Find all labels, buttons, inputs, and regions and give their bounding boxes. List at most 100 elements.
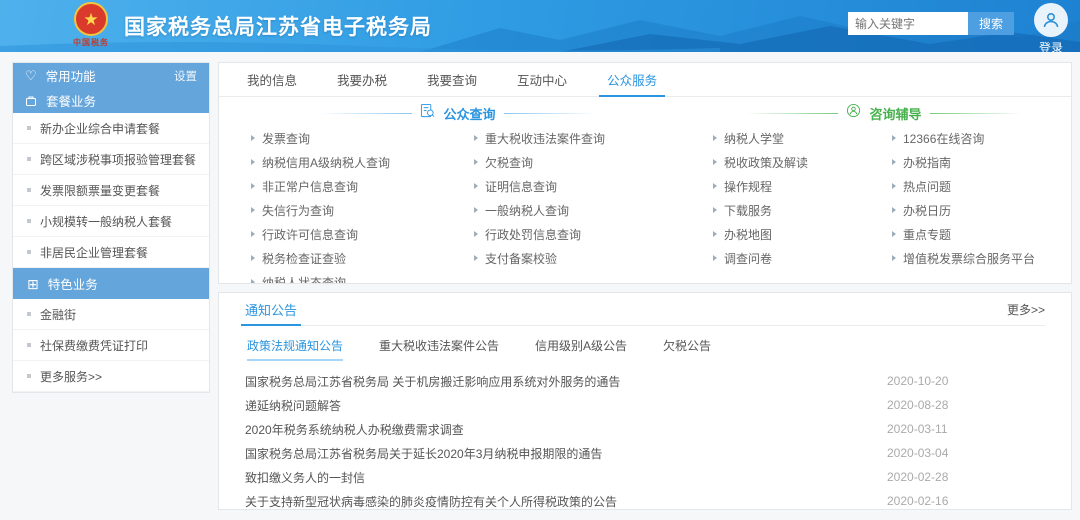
query-link-inspection-cert[interactable]: 税务检查证查验 <box>251 246 474 270</box>
consult-header: 咨询辅导 <box>697 103 1071 123</box>
query-link-abnormal[interactable]: 非正常户信息查询 <box>251 174 474 198</box>
sidebar-header-special[interactable]: ⊞ 特色业务 <box>13 268 209 299</box>
sidebar-item-cross-region[interactable]: 跨区域涉税事项报验管理套餐 <box>13 144 209 175</box>
grid-icon: ⊞ <box>27 277 39 291</box>
notice-link[interactable]: 递延纳税问题解答 <box>245 397 887 414</box>
consult-link-taxpayer-school[interactable]: 纳税人学堂 <box>713 126 892 150</box>
public-query-col1: 发票查询 纳税信用A级纳税人查询 非正常户信息查询 失信行为查询 行政许可信息查… <box>251 126 474 284</box>
sidebar-item-social-insurance[interactable]: 社保费缴费凭证打印 <box>13 330 209 361</box>
notice-date: 2020-03-04 <box>887 446 967 460</box>
emblem-caption: 中国税务 <box>73 37 109 48</box>
tab-my-info[interactable]: 我的信息 <box>247 63 297 96</box>
notice-tab-credit-a[interactable]: 信用级别A级公告 <box>535 337 627 361</box>
notice-link[interactable]: 国家税务总局江苏省税务局 关于机房搬迁影响应用系统对外服务的通告 <box>245 373 887 390</box>
sidebar-item-financial-street[interactable]: 金融街 <box>13 299 209 330</box>
bullet-icon <box>27 126 31 130</box>
arrow-right-icon <box>474 183 478 189</box>
notice-link[interactable]: 关于支持新型冠状病毒感染的肺炎疫情防控有关个人所得税政策的公告 <box>245 493 887 510</box>
content: ♡ 常用功能 设置 套餐业务 新办企业综合申请套餐 跨区域涉税事项报验管理套餐 … <box>0 52 1080 510</box>
sidebar-header-package[interactable]: 套餐业务 <box>13 88 209 113</box>
sidebar-header-package-label: 套餐业务 <box>46 91 96 110</box>
arrow-right-icon <box>713 159 717 165</box>
query-link-credit-a[interactable]: 纳税信用A级纳税人查询 <box>251 150 474 174</box>
emblem-icon: ★ <box>74 2 108 36</box>
notice-date: 2020-02-16 <box>887 494 967 508</box>
login-link[interactable]: 登录 <box>1039 39 1063 52</box>
consult-link-key-topics[interactable]: 重点专题 <box>892 222 1071 246</box>
consult-link-policy[interactable]: 税收政策及解读 <box>713 150 892 174</box>
arrow-right-icon <box>251 135 255 141</box>
consult-link-downloads[interactable]: 下载服务 <box>713 198 892 222</box>
arrow-right-icon <box>713 135 717 141</box>
consult-link-procedures[interactable]: 操作规程 <box>713 174 892 198</box>
sidebar-item-small-scale[interactable]: 小规模转一般纳税人套餐 <box>13 206 209 237</box>
notice-row: 递延纳税问题解答 2020-08-28 <box>245 393 1045 417</box>
notice-date: 2020-10-20 <box>887 374 967 388</box>
arrow-right-icon <box>474 231 478 237</box>
arrow-right-icon <box>713 231 717 237</box>
consult-icon <box>846 103 861 123</box>
settings-link[interactable]: 设置 <box>174 68 197 84</box>
consult-link-hot-issues[interactable]: 热点问题 <box>892 174 1071 198</box>
search-bar: 搜索 <box>848 12 1014 35</box>
bullet-icon <box>27 374 31 378</box>
arrow-right-icon <box>251 183 255 189</box>
notice-link[interactable]: 致扣缴义务人的一封信 <box>245 469 887 486</box>
notice-title-tab[interactable]: 通知公告 <box>245 293 297 325</box>
notice-tab-major-violation[interactable]: 重大税收违法案件公告 <box>379 337 499 361</box>
arrow-right-icon <box>892 183 896 189</box>
bullet-icon <box>27 219 31 223</box>
page: ★ 中国税务 国家税务总局江苏省电子税务局 搜索 登录 <box>0 0 1080 520</box>
bullet-icon <box>27 343 31 347</box>
query-link-admin-license[interactable]: 行政许可信息查询 <box>251 222 474 246</box>
consult-link-tax-map[interactable]: 办税地图 <box>713 222 892 246</box>
arrow-right-icon <box>713 207 717 213</box>
tab-my-query[interactable]: 我要查询 <box>427 63 477 96</box>
arrow-right-icon <box>474 159 478 165</box>
sidebar-package-list: 新办企业综合申请套餐 跨区域涉税事项报验管理套餐 发票限额票量变更套餐 小规模转… <box>13 113 209 268</box>
search-input[interactable] <box>848 12 968 35</box>
notice-list: 国家税务总局江苏省税务局 关于机房搬迁影响应用系统对外服务的通告 2020-10… <box>245 369 1045 510</box>
sidebar-item-more-services[interactable]: 更多服务>> <box>13 361 209 392</box>
tab-interaction-center[interactable]: 互动中心 <box>517 63 567 96</box>
sidebar-special-list: 金融街 社保费缴费凭证打印 更多服务>> <box>13 299 209 392</box>
user-avatar-icon[interactable] <box>1034 3 1068 37</box>
notice-link[interactable]: 国家税务总局江苏省税务局关于延长2020年3月纳税申报期限的通告 <box>245 445 887 462</box>
arrow-right-icon <box>474 135 478 141</box>
notice-link[interactable]: 2020年税务系统纳税人办税缴费需求调查 <box>245 421 887 438</box>
public-query-columns: 发票查询 纳税信用A级纳税人查询 非正常户信息查询 失信行为查询 行政许可信息查… <box>219 126 697 284</box>
tab-public-services[interactable]: 公众服务 <box>607 63 657 96</box>
consult-section: 咨询辅导 纳税人学堂 税收政策及解读 操作规程 下载服务 办税地图 调查问卷 <box>697 103 1071 284</box>
sidebar-item-invoice-limit[interactable]: 发票限额票量变更套餐 <box>13 175 209 206</box>
query-link-taxpayer-status[interactable]: 纳税人状态查询 <box>251 270 474 284</box>
arrow-right-icon <box>474 255 478 261</box>
notice-tabs: 政策法规通知公告 重大税收违法案件公告 信用级别A级公告 欠税公告 <box>245 326 1045 361</box>
notice-tab-arrears[interactable]: 欠税公告 <box>663 337 711 361</box>
consult-link-vat-platform[interactable]: 增值税发票综合服务平台 <box>892 246 1071 270</box>
sidebar-item-non-resident[interactable]: 非居民企业管理套餐 <box>13 237 209 268</box>
notice-tab-policy[interactable]: 政策法规通知公告 <box>247 337 343 361</box>
heart-icon: ♡ <box>25 69 37 82</box>
consult-link-survey[interactable]: 调查问卷 <box>713 246 892 270</box>
consult-link-tax-calendar[interactable]: 办税日历 <box>892 198 1071 222</box>
query-link-major-violation[interactable]: 重大税收违法案件查询 <box>474 126 697 150</box>
sidebar-header-common[interactable]: ♡ 常用功能 设置 <box>13 63 209 88</box>
query-link-certificate-info[interactable]: 证明信息查询 <box>474 174 697 198</box>
star-icon: ★ <box>83 11 98 28</box>
query-link-tax-arrears[interactable]: 欠税查询 <box>474 150 697 174</box>
query-link-admin-penalty[interactable]: 行政处罚信息查询 <box>474 222 697 246</box>
query-link-general-taxpayer[interactable]: 一般纳税人查询 <box>474 198 697 222</box>
consult-link-tax-guide[interactable]: 办税指南 <box>892 150 1071 174</box>
notice-more-link[interactable]: 更多>> <box>1007 301 1045 318</box>
tab-tax-handling[interactable]: 我要办税 <box>337 63 387 96</box>
search-button[interactable]: 搜索 <box>968 12 1014 35</box>
arrow-right-icon <box>251 255 255 261</box>
query-link-payment-record[interactable]: 支付备案校验 <box>474 246 697 270</box>
top-header: ★ 中国税务 国家税务总局江苏省电子税务局 搜索 登录 <box>0 0 1080 52</box>
query-link-invoice[interactable]: 发票查询 <box>251 126 474 150</box>
sidebar-item-new-enterprise[interactable]: 新办企业综合申请套餐 <box>13 113 209 144</box>
public-query-col2: 重大税收违法案件查询 欠税查询 证明信息查询 一般纳税人查询 行政处罚信息查询 … <box>474 126 697 284</box>
query-link-dishonesty[interactable]: 失信行为查询 <box>251 198 474 222</box>
consult-link-12366[interactable]: 12366在线咨询 <box>892 126 1071 150</box>
notice-header: 通知公告 更多>> <box>245 293 1045 326</box>
